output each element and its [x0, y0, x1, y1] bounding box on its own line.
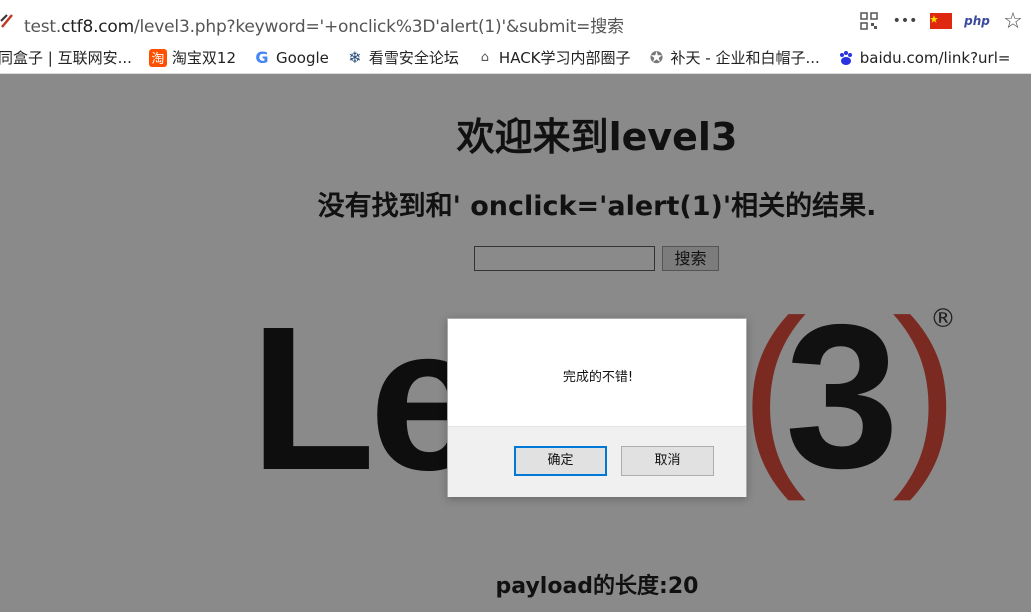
address-bar: test.ctf8.com/level3.php?keyword='+oncli… — [0, 0, 1031, 42]
bookmark-label: 同盒子 | 互联网安... — [0, 49, 132, 67]
google-icon: G — [255, 48, 269, 67]
bookmark-item[interactable]: ⌂ HACK学习内部圈子 — [476, 47, 631, 68]
bookmark-item[interactable]: 淘 淘宝双12 — [148, 47, 236, 68]
star-icon[interactable]: ☆ — [995, 0, 1031, 42]
php-icon[interactable]: php — [959, 0, 995, 42]
dialog-footer: 确定 取消 — [448, 426, 746, 497]
page-title: 欢迎来到level3 — [456, 115, 738, 159]
url-field[interactable]: test.ctf8.com/level3.php?keyword='+oncli… — [0, 3, 1000, 39]
registered-mark: ® — [930, 304, 956, 334]
payload-length: payload的长度:20 — [495, 574, 699, 599]
snowflake-icon: ❄ — [348, 48, 362, 67]
bookmark-item[interactable]: ✪ 补天 - 企业和白帽子... — [648, 47, 820, 68]
bookmark-label: HACK学习内部圈子 — [498, 49, 631, 67]
search-input[interactable] — [474, 246, 655, 271]
search-button[interactable]: 搜索 — [662, 246, 719, 271]
bookmarks-bar: 同盒子 | 互联网安... 淘 淘宝双12 G Google ❄ 看雪安全论坛 … — [0, 42, 1031, 74]
url-path: /level3.php?keyword='+onclick%3D'alert(1… — [134, 17, 624, 37]
bookmark-label: 淘宝双12 — [171, 49, 236, 67]
bookmark-item[interactable]: ❄ 看雪安全论坛 — [346, 47, 459, 68]
alert-dialog: 完成的不错! 确定 取消 — [447, 318, 747, 497]
china-flag-icon[interactable] — [923, 0, 959, 42]
search-result-message: 没有找到和' onclick='alert(1)'相关的结果. — [317, 191, 877, 222]
logo-text: Le — [250, 284, 483, 513]
bookmark-label: 补天 - 企业和白帽子... — [670, 49, 820, 67]
bookmark-label: baidu.com/link?url= — [859, 48, 1011, 67]
baidu-icon — [837, 49, 855, 67]
taobao-icon: 淘 — [148, 48, 167, 67]
bookmark-item[interactable]: 同盒子 | 互联网安... — [0, 47, 132, 68]
dialog-message: 完成的不错! — [562, 370, 634, 385]
more-icon[interactable]: ••• — [887, 0, 923, 42]
url-prefix: test. — [24, 17, 62, 37]
qr-code-icon[interactable] — [851, 0, 887, 42]
ok-button[interactable]: 确定 — [514, 446, 607, 476]
url-host: ctf8.com — [61, 17, 134, 37]
bookmark-label: Google — [276, 48, 329, 67]
bookmark-item[interactable]: baidu.com/link?url= — [837, 48, 1011, 67]
url-text[interactable]: test.ctf8.com/level3.php?keyword='+oncli… — [24, 12, 624, 37]
site-info-icon[interactable] — [0, 12, 14, 30]
hack-icon: ⌂ — [480, 50, 490, 65]
bookmark-label: 看雪安全论坛 — [368, 49, 459, 67]
logo-three: 3 — [785, 282, 900, 511]
butian-icon: ✪ — [649, 48, 664, 67]
bookmark-item[interactable]: G Google — [253, 48, 329, 67]
cancel-button[interactable]: 取消 — [621, 446, 714, 476]
